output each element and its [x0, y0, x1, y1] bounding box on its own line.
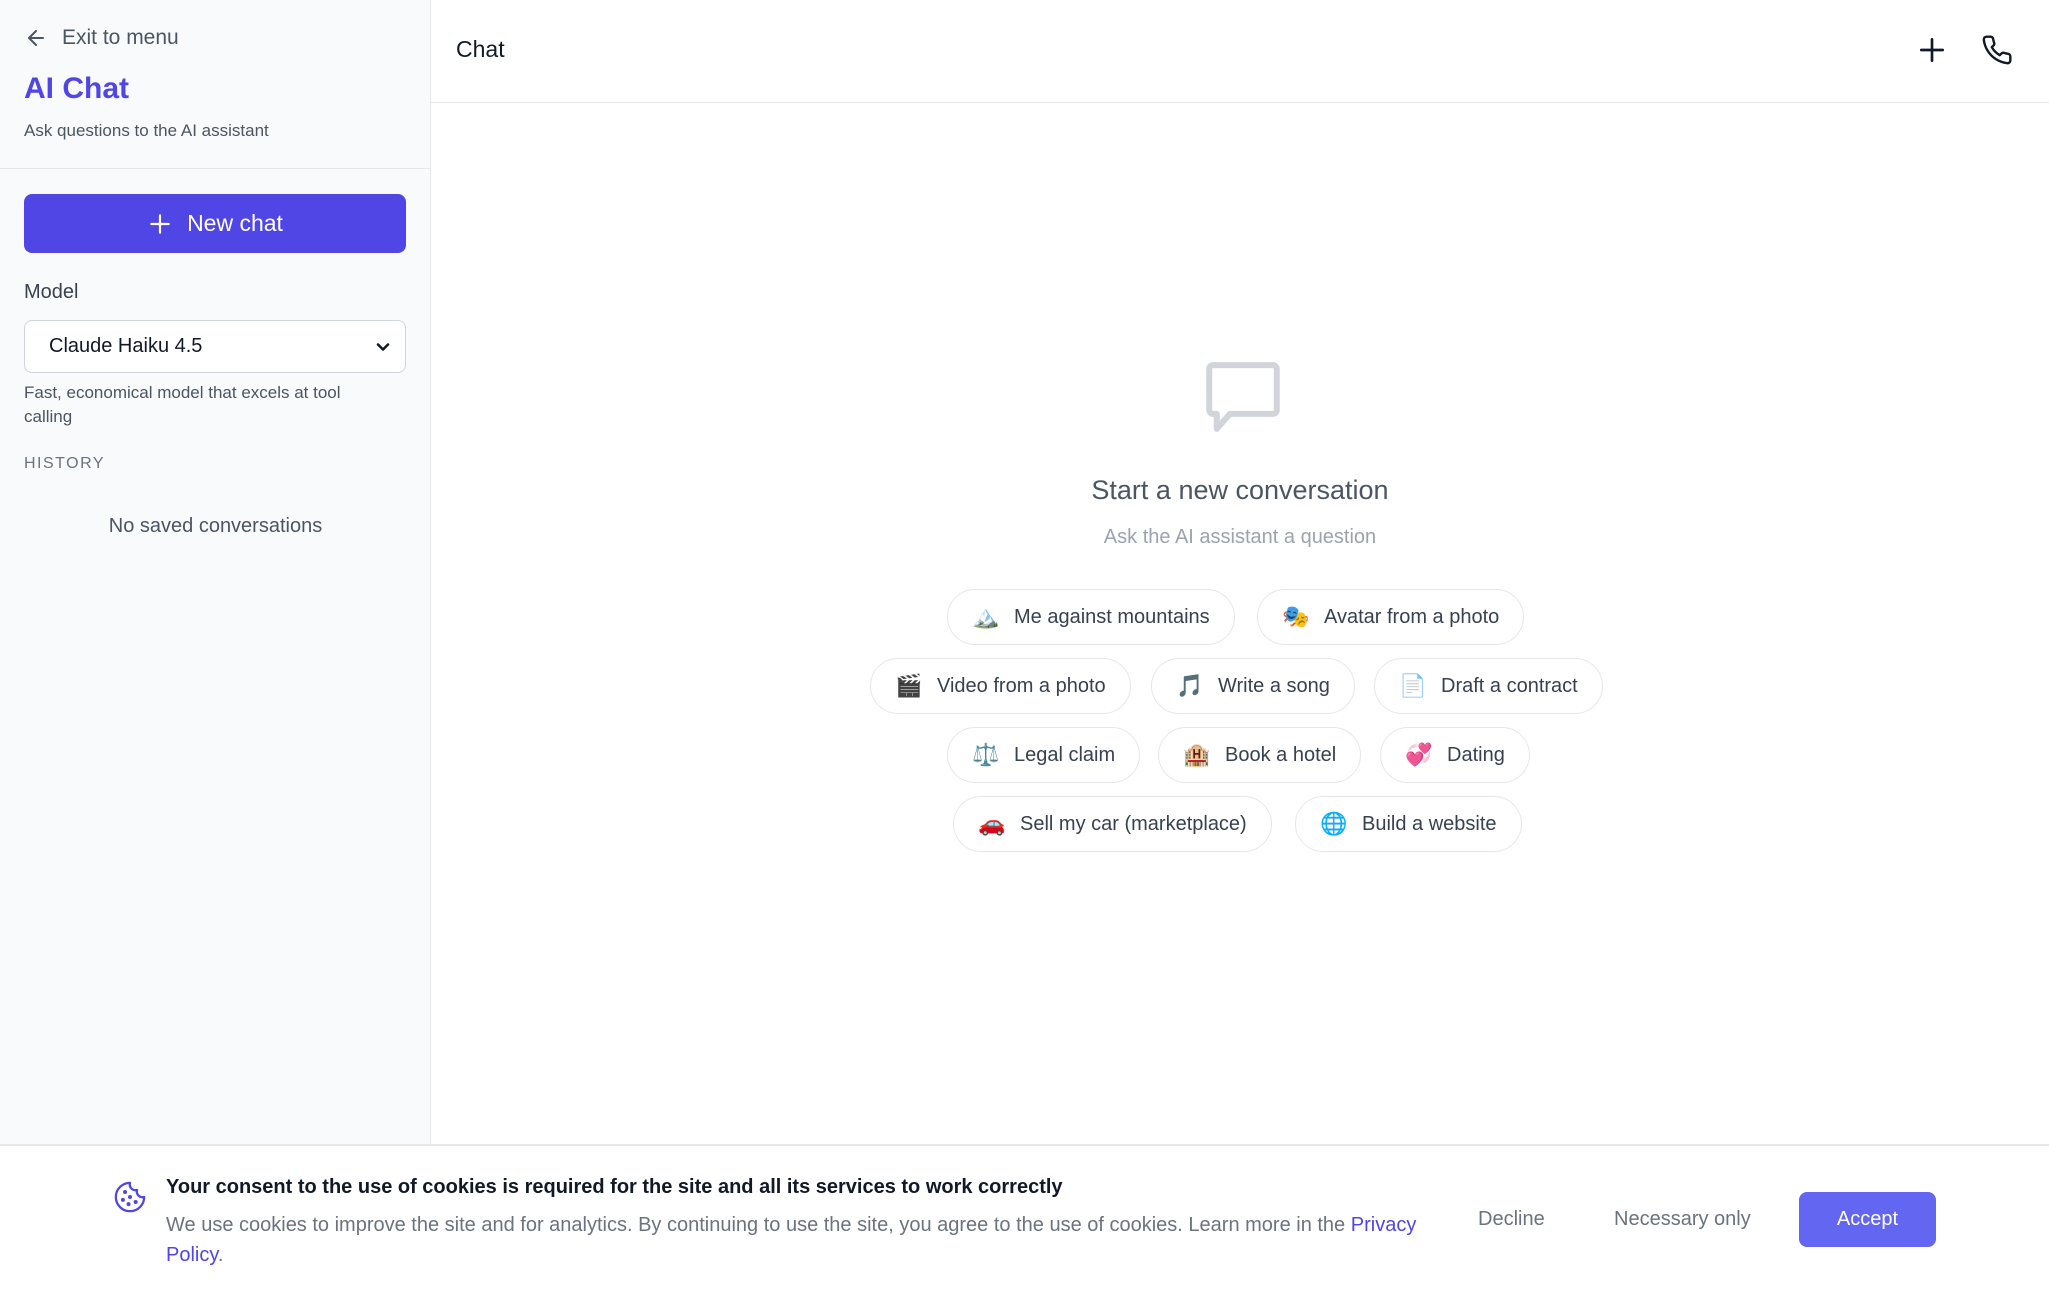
suggestion-label: Me against mountains — [1014, 605, 1210, 628]
app: Exit to menu AI Chat Ask questions to th… — [0, 0, 2049, 1290]
history-empty-text: No saved conversations — [108, 515, 323, 537]
phone-icon[interactable] — [1981, 34, 2013, 66]
necessary-only-button[interactable]: Necessary only — [1614, 1208, 1751, 1231]
mountain-icon: 🏔️ — [972, 604, 1000, 630]
suggestion-chip-hotel[interactable]: 🏨 Book a hotel — [1158, 727, 1362, 783]
suggestion-chip-mountains[interactable]: 🏔️ Me against mountains — [947, 589, 1235, 645]
suggestion-chip-contract[interactable]: 📄 Draft a contract — [1374, 658, 1603, 714]
music-note-icon: 🎵 — [1176, 673, 1204, 699]
chat-bubble-icon — [1206, 362, 1280, 432]
empty-state-title: Start a new conversation — [1091, 475, 1389, 505]
suggestion-label: Write a song — [1218, 674, 1330, 697]
cookie-text: We use cookies to improve the site and f… — [166, 1214, 1417, 1266]
suggestion-chip-avatar[interactable]: 🎭 Avatar from a photo — [1257, 589, 1525, 645]
suggestion-label: Sell my car (marketplace) — [1020, 812, 1247, 835]
new-chat-button[interactable]: New chat — [24, 194, 406, 253]
clapperboard-icon: 🎬 — [895, 673, 923, 699]
chat-topbar: Chat — [431, 0, 2049, 103]
cookie-consent-banner: Your consent to the use of cookies is re… — [0, 1144, 2049, 1290]
suggestion-chip-dating[interactable]: 💞 Dating — [1380, 727, 1530, 783]
suggestion-label: Draft a contract — [1441, 674, 1578, 697]
plus-icon — [150, 213, 170, 234]
arrow-left-icon — [28, 30, 44, 46]
cookie-icon — [114, 1181, 146, 1213]
model-selected-value: Claude Haiku 4.5 — [49, 335, 203, 357]
new-chat-label: New chat — [187, 210, 283, 236]
cookie-body: We use cookies to improve the site and f… — [166, 1214, 1346, 1236]
scales-icon: ⚖️ — [972, 742, 1000, 768]
suggestion-label: Legal claim — [1014, 743, 1116, 766]
chat-title: Chat — [456, 36, 505, 62]
app-title: AI Chat — [24, 72, 129, 105]
cookie-title: Your consent to the use of cookies is re… — [166, 1176, 1063, 1198]
masks-icon: 🎭 — [1282, 604, 1310, 630]
document-icon: 📄 — [1399, 673, 1427, 699]
exit-label: Exit to menu — [62, 26, 179, 49]
suggestion-chip-legal[interactable]: ⚖️ Legal claim — [947, 727, 1141, 783]
accept-button[interactable]: Accept — [1799, 1192, 1936, 1247]
exit-to-menu-link[interactable]: Exit to menu — [24, 26, 179, 50]
plus-icon[interactable] — [1916, 34, 1948, 66]
globe-icon: 🌐 — [1320, 811, 1348, 837]
suggestion-chip-song[interactable]: 🎵 Write a song — [1151, 658, 1355, 714]
hotel-icon: 🏨 — [1183, 742, 1211, 768]
sidebar-header: Exit to menu AI Chat Ask questions to th… — [0, 0, 430, 169]
chat-main: Chat Start a new conversation Ask the AI… — [431, 0, 2049, 1144]
empty-state-subtitle: Ask the AI assistant a question — [1103, 526, 1377, 548]
decline-button[interactable]: Decline — [1478, 1208, 1545, 1231]
chevron-down-icon — [376, 343, 390, 351]
history-heading: HISTORY — [24, 455, 106, 472]
model-label: Model — [24, 281, 79, 303]
car-icon: 🚗 — [978, 811, 1006, 837]
suggestion-label: Book a hotel — [1225, 743, 1337, 766]
suggestion-label: Video from a photo — [937, 674, 1106, 697]
suggestion-label: Avatar from a photo — [1324, 605, 1500, 628]
hearts-icon: 💞 — [1405, 742, 1433, 768]
model-select[interactable]: Claude Haiku 4.5 — [24, 320, 406, 373]
suggestion-label: Build a website — [1362, 812, 1497, 835]
sidebar: Exit to menu AI Chat Ask questions to th… — [0, 0, 431, 1144]
app-subtitle: Ask questions to the AI assistant — [24, 121, 269, 140]
suggestion-chip-video[interactable]: 🎬 Video from a photo — [870, 658, 1131, 714]
model-description: Fast, economical model that excels at to… — [24, 383, 341, 426]
suggestion-chip-sell-car[interactable]: 🚗 Sell my car (marketplace) — [953, 796, 1272, 852]
suggestion-chip-website[interactable]: 🌐 Build a website — [1295, 796, 1522, 852]
suggestion-label: Dating — [1447, 743, 1505, 766]
